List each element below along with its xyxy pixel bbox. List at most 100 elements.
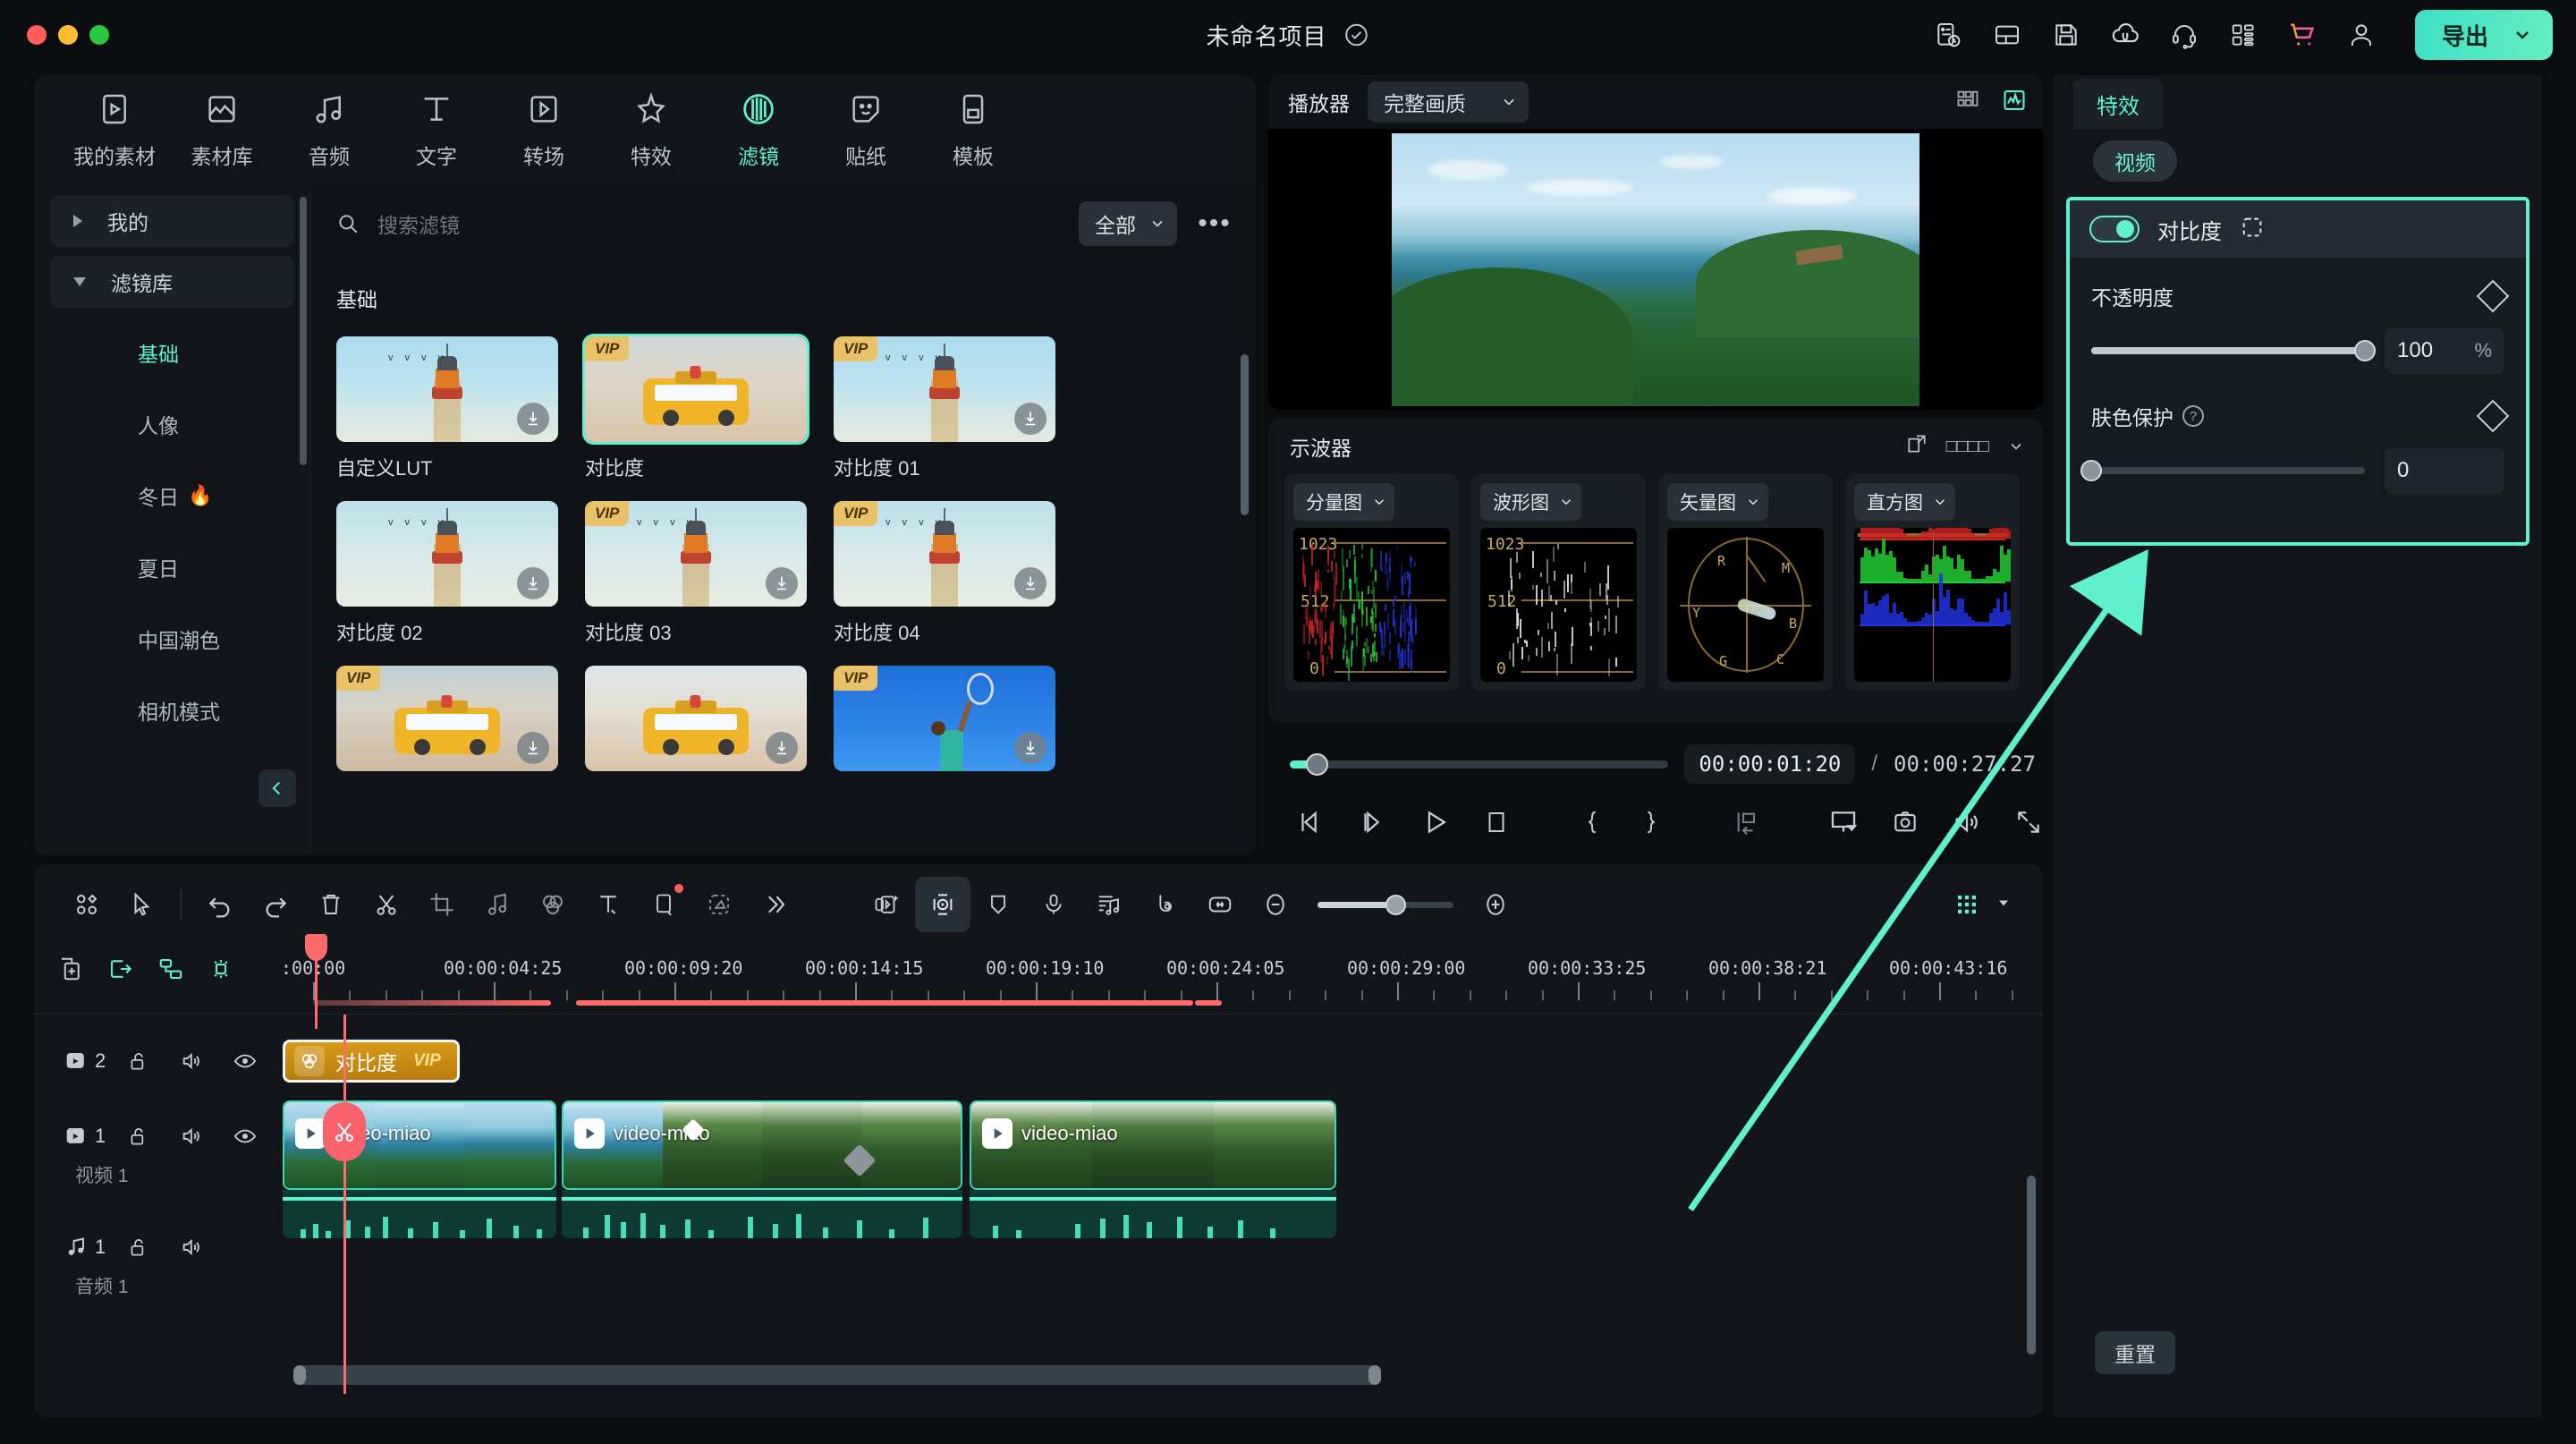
download-icon[interactable] xyxy=(1014,567,1046,599)
filter-scope-select[interactable]: 全部 xyxy=(1079,201,1177,246)
minimize-window-button[interactable] xyxy=(58,25,78,45)
audio-detach-button[interactable] xyxy=(470,877,525,932)
track-mute-button[interactable] xyxy=(165,1235,220,1260)
property-slider-2[interactable] xyxy=(2091,467,2365,474)
chevron-down-icon[interactable] xyxy=(2512,24,2533,46)
marker-panel-button[interactable] xyxy=(59,877,114,932)
tree-item-5[interactable]: 中国潮色 xyxy=(34,603,310,675)
effect-clip-contrast[interactable]: 对比度 VIP xyxy=(283,1040,460,1083)
help-circle-icon[interactable]: ? xyxy=(2182,405,2204,427)
split-at-playhead-button[interactable] xyxy=(323,1102,366,1161)
category-tab-4[interactable]: 文字 xyxy=(383,89,490,170)
ai-tools-button[interactable] xyxy=(860,877,915,932)
keyframe-button[interactable] xyxy=(915,877,970,932)
ruler-ticks[interactable]: :00:00 00:00:04:25 00:00:09:20 00:00:14:15 0… xyxy=(281,945,2043,1015)
category-tab-7[interactable]: 滤镜 xyxy=(705,89,812,170)
select-tool-button[interactable] xyxy=(114,877,170,932)
waveform-scope-icon[interactable] xyxy=(2002,88,2027,117)
tree-item-3[interactable]: 冬日 🔥 xyxy=(34,460,310,531)
marker-button[interactable] xyxy=(970,877,1026,932)
save-icon[interactable] xyxy=(2050,19,2082,51)
track-mute-button[interactable] xyxy=(165,1049,220,1074)
speed-button[interactable] xyxy=(1137,877,1192,932)
version-history-icon[interactable] xyxy=(1932,19,1964,51)
record-voice-button[interactable] xyxy=(1026,877,1081,932)
scope-type-select-4[interactable]: 直方图 xyxy=(1854,483,1955,521)
download-icon[interactable] xyxy=(517,732,549,764)
filter-card-3[interactable]: v v v v VIP 对比度 01 xyxy=(834,336,1055,481)
maximize-window-button[interactable] xyxy=(89,25,109,45)
grid-scrollbar[interactable] xyxy=(1241,354,1249,515)
download-icon[interactable] xyxy=(1014,732,1046,764)
sidebar-scrollbar[interactable] xyxy=(300,197,307,465)
volume-button[interactable] xyxy=(1952,807,1982,842)
apps-grid-icon[interactable] xyxy=(2227,19,2259,51)
effect-enable-toggle[interactable] xyxy=(2089,216,2140,242)
property-value-1[interactable]: 100% xyxy=(2385,327,2504,374)
split-button[interactable] xyxy=(359,877,414,932)
more-tools-button[interactable] xyxy=(747,877,802,932)
category-tab-1[interactable]: 我的素材 xyxy=(61,89,168,170)
window-controls[interactable] xyxy=(27,25,109,45)
add-track-button[interactable] xyxy=(57,956,84,987)
timeline-vertical-scrollbar[interactable] xyxy=(2027,1176,2036,1355)
text-button[interactable] xyxy=(580,877,636,932)
track-visibility-button[interactable] xyxy=(220,1124,270,1149)
marker-flash-button[interactable] xyxy=(208,956,234,987)
video-clip-2[interactable]: video-miao xyxy=(562,1100,962,1190)
download-icon[interactable] xyxy=(517,567,549,599)
group-button[interactable] xyxy=(157,956,184,987)
zoom-handle[interactable] xyxy=(1385,895,1406,915)
scope-type-select-1[interactable]: 分量图 xyxy=(1293,483,1394,521)
delete-button[interactable] xyxy=(303,877,359,932)
quality-select[interactable]: 完整画质 xyxy=(1368,81,1529,123)
property-slider-1[interactable] xyxy=(2091,347,2365,354)
mask-selection-icon[interactable] xyxy=(2240,215,2265,244)
audio-mixer-button[interactable] xyxy=(1081,877,1137,932)
color-button[interactable] xyxy=(525,877,580,932)
snapshot-button[interactable] xyxy=(1891,807,1919,842)
download-icon[interactable] xyxy=(517,403,549,435)
cloud-upload-icon[interactable] xyxy=(2109,19,2141,51)
track-lock-button[interactable] xyxy=(113,1125,165,1148)
crop-button[interactable] xyxy=(414,877,470,932)
reset-button[interactable]: 重置 xyxy=(2095,1331,2175,1374)
fullscreen-button[interactable] xyxy=(2014,807,2043,842)
layout-grid-icon[interactable] xyxy=(1955,88,1980,117)
fit-button[interactable] xyxy=(1192,877,1248,932)
category-tab-5[interactable]: 转场 xyxy=(490,89,597,170)
filter-card-5[interactable]: v v v v VIP 对比度 03 xyxy=(585,501,807,646)
chevron-down-icon[interactable] xyxy=(2007,437,2025,455)
tree-item-4[interactable]: 夏日 xyxy=(34,531,310,603)
shopping-cart-icon[interactable] xyxy=(2286,19,2318,51)
scope-type-select-2[interactable]: 波形图 xyxy=(1480,483,1581,521)
redo-button[interactable] xyxy=(248,877,303,932)
chevron-down-icon[interactable] xyxy=(1793,815,1796,835)
playhead-handle[interactable] xyxy=(305,934,327,961)
export-button[interactable]: 导出 xyxy=(2415,10,2553,60)
filter-card-8[interactable] xyxy=(585,666,807,771)
sticker-tool-button[interactable] xyxy=(691,877,747,932)
category-tab-8[interactable]: 贴纸 xyxy=(812,89,919,170)
link-clip-button[interactable] xyxy=(107,956,134,987)
seek-handle[interactable] xyxy=(1306,753,1328,776)
download-icon[interactable] xyxy=(766,732,798,764)
scope-type-select-3[interactable]: 矢量图 xyxy=(1667,483,1768,521)
seek-bar[interactable] xyxy=(1290,760,1668,769)
caret-down-icon[interactable] xyxy=(1995,894,2012,916)
track-mute-button[interactable] xyxy=(165,1124,220,1149)
keyframe-diamond-icon[interactable] xyxy=(2477,400,2510,433)
download-icon[interactable] xyxy=(1014,403,1046,435)
undo-button[interactable] xyxy=(192,877,248,932)
keyframe-diamond-icon[interactable] xyxy=(2477,280,2510,313)
next-frame-button[interactable] xyxy=(1358,807,1388,842)
property-value-2[interactable]: 0 xyxy=(2385,447,2504,494)
tree-group-filter-library[interactable]: 滤镜库 xyxy=(50,256,294,308)
play-button[interactable] xyxy=(1420,807,1451,842)
collapse-sidebar-button[interactable] xyxy=(258,769,296,807)
hscroll-right-handle[interactable] xyxy=(1368,1365,1381,1385)
chip-video[interactable]: 视频 xyxy=(2093,140,2177,182)
track-visibility-button[interactable] xyxy=(220,1049,270,1074)
tree-item-6[interactable]: 相机模式 xyxy=(34,675,310,746)
timeline-horizontal-scrollbar[interactable] xyxy=(293,1365,1381,1385)
